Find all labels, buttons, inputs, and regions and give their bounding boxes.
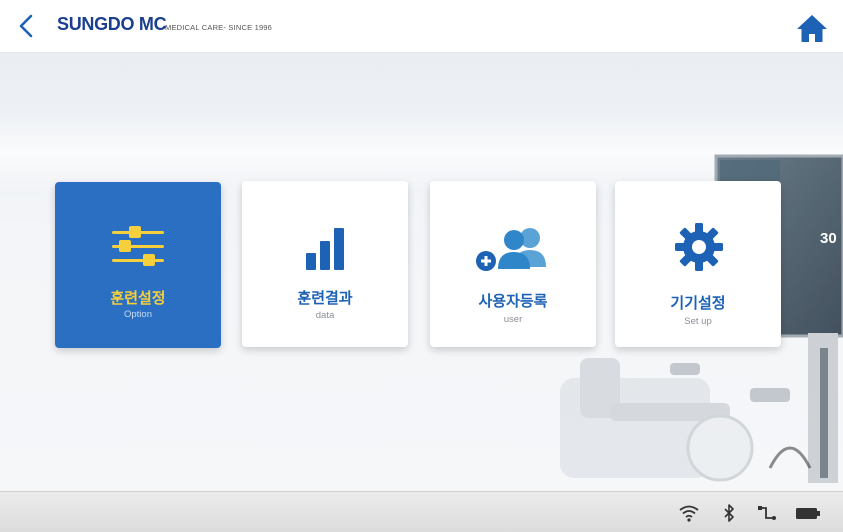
gear-icon — [675, 223, 723, 271]
card-title: 훈련결과 — [297, 290, 353, 307]
home-icon[interactable] — [795, 12, 829, 44]
battery-icon — [796, 508, 820, 519]
wifi-icon — [679, 505, 699, 522]
usb-icon — [758, 506, 776, 520]
card-subtitle: user — [503, 314, 523, 325]
menu-card-option[interactable]: 훈련설정 Option — [55, 182, 221, 348]
card-title: 사용자등록 — [478, 293, 548, 310]
status-bar — [0, 491, 843, 532]
chevron-left-icon[interactable] — [14, 12, 40, 40]
bluetooth-icon — [724, 504, 734, 522]
add-user-icon — [476, 228, 546, 271]
top-bar: SUNGDO MC MEDICAL CARE- SINCE 1996 — [0, 0, 843, 53]
sliders-icon — [112, 226, 164, 266]
card-subtitle: data — [315, 310, 335, 321]
card-title: 훈련설정 — [110, 290, 166, 307]
menu-card-user[interactable]: 사용자등록 user — [430, 181, 596, 347]
card-subtitle: Set up — [684, 316, 712, 327]
brand-logo: SUNGDO MC — [57, 14, 167, 34]
card-title: 기기설정 — [670, 295, 726, 312]
screen-speed-label: 30 — [820, 230, 837, 247]
menu-card-setup[interactable]: 기기설정 Set up — [615, 181, 781, 347]
menu-card-data[interactable]: 훈련결과 data — [242, 181, 408, 347]
bar-chart-icon — [306, 228, 344, 270]
brand-tagline: MEDICAL CARE- SINCE 1996 — [165, 23, 273, 32]
card-subtitle: Option — [124, 309, 152, 320]
